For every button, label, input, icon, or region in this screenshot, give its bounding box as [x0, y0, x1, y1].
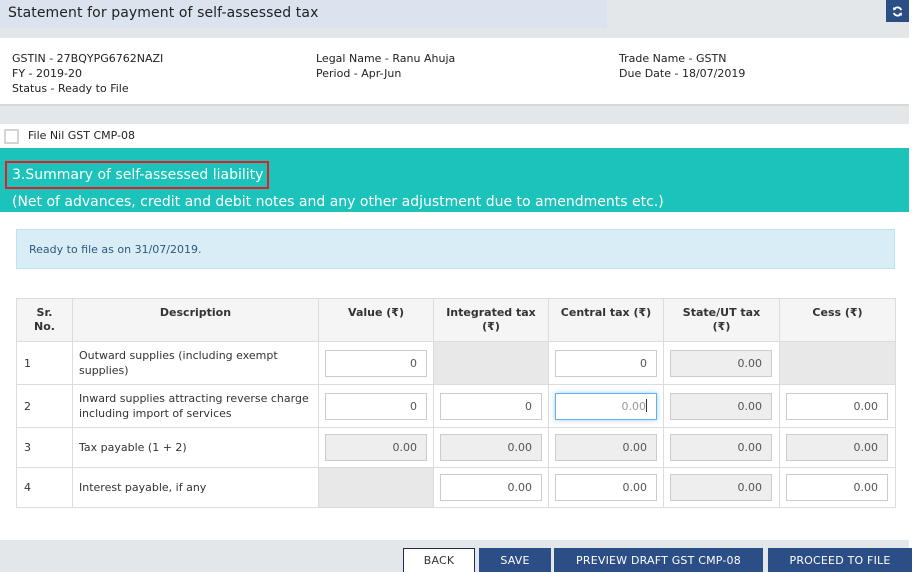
- due-date: Due Date - 18/07/2019: [619, 67, 746, 80]
- state-tax-readonly: 0.00: [670, 349, 772, 377]
- action-footer: BACK SAVE PREVIEW DRAFT GST CMP-08 PROCE…: [0, 540, 912, 572]
- trade-name: Trade Name - GSTN: [619, 52, 727, 65]
- cess-cell-disabled: [779, 341, 896, 385]
- value-cell: 0.00: [318, 427, 434, 468]
- return-period: Period - Apr-Jun: [316, 67, 402, 80]
- nil-filing-row: File Nil GST CMP-08: [0, 124, 909, 148]
- cess-input[interactable]: 0.00: [786, 474, 888, 501]
- value-cell: 0: [318, 384, 434, 428]
- file-nil-checkbox[interactable]: [4, 129, 19, 144]
- info-column-right: Trade Name - GSTN Due Date - 18/07/2019: [619, 51, 745, 81]
- legal-name: Legal Name - Ranu Ahuja: [316, 52, 456, 65]
- section-subtitle: (Net of advances, credit and debit notes…: [12, 194, 664, 210]
- taxpayer-info-section: GSTIN - 27BQYPG6762NAZI FY - 2019-20 Sta…: [0, 38, 909, 124]
- header-sr-no: Sr. No.: [16, 298, 73, 342]
- integrated-tax-cell: 0: [433, 384, 549, 428]
- section-title: 3.Summary of self-assessed liability: [12, 167, 264, 183]
- filing-status: Status - Ready to File: [12, 82, 129, 95]
- row-description: Interest payable, if any: [72, 467, 319, 508]
- row-description: Outward supplies (including exempt suppl…: [72, 341, 319, 385]
- status-alert: Ready to file as on 31/07/2019.: [16, 229, 895, 269]
- table-row: 4 Interest payable, if any 0.00 0.00 0.0…: [16, 467, 896, 508]
- integrated-tax-cell: 0.00: [433, 467, 549, 508]
- integrated-tax-cell: 0.00: [433, 427, 549, 468]
- state-tax-cell: 0.00: [663, 427, 780, 468]
- central-tax-input-focused[interactable]: 0.00: [555, 392, 657, 420]
- table-row: 3 Tax payable (1 + 2) 0.00 0.00 0.00 0.0…: [16, 427, 896, 468]
- header-state-ut-tax: State/UT tax (₹): [663, 298, 780, 342]
- state-tax-readonly: 0.00: [670, 474, 772, 501]
- cess-input[interactable]: 0.00: [786, 392, 888, 420]
- file-nil-label[interactable]: File Nil GST CMP-08: [28, 129, 135, 142]
- page-title: Statement for payment of self-assessed t…: [8, 5, 319, 21]
- info-column-middle: Legal Name - Ranu Ahuja Period - Apr-Jun: [316, 51, 455, 81]
- header-description: Description: [72, 298, 319, 342]
- value-readonly: 0.00: [325, 434, 427, 461]
- state-tax-cell: 0.00: [663, 341, 780, 385]
- section-title-highlight: 3.Summary of self-assessed liability: [5, 161, 270, 189]
- central-tax-input[interactable]: 0.00: [555, 474, 657, 501]
- central-tax-input[interactable]: 0: [555, 349, 657, 377]
- header-value: Value (₹): [318, 298, 434, 342]
- central-tax-cell: 0: [548, 341, 664, 385]
- proceed-to-file-button[interactable]: PROCEED TO FILE: [768, 548, 912, 572]
- cess-cell: 0.00: [779, 384, 896, 428]
- row-description: Tax payable (1 + 2): [72, 427, 319, 468]
- header-integrated-tax: Integrated tax (₹): [433, 298, 549, 342]
- cess-readonly: 0.00: [786, 434, 888, 461]
- state-tax-readonly: 0.00: [670, 392, 772, 420]
- top-bar: Statement for payment of self-assessed t…: [0, 0, 909, 38]
- header-cess: Cess (₹): [779, 298, 896, 342]
- integrated-tax-input[interactable]: 0: [440, 392, 542, 420]
- refresh-button[interactable]: [886, 0, 909, 22]
- central-tax-cell: 0.00: [548, 384, 664, 428]
- header-central-tax: Central tax (₹): [548, 298, 664, 342]
- back-button[interactable]: BACK: [403, 548, 475, 572]
- integrated-tax-readonly: 0.00: [440, 434, 542, 461]
- row-sr-no: 4: [16, 467, 73, 508]
- state-tax-readonly: 0.00: [670, 434, 772, 461]
- liability-summary-table: Sr. No. Description Value (₹) Integrated…: [16, 298, 896, 508]
- taxpayer-info-card: GSTIN - 27BQYPG6762NAZI FY - 2019-20 Sta…: [0, 38, 909, 106]
- value-input[interactable]: 0: [325, 392, 427, 420]
- text-caret: [646, 398, 647, 412]
- save-button[interactable]: SAVE: [479, 548, 551, 572]
- central-tax-cell: 0.00: [548, 427, 664, 468]
- financial-year: FY - 2019-20: [12, 67, 82, 80]
- row-sr-no: 2: [16, 384, 73, 428]
- table-row: 2 Inward supplies attracting reverse cha…: [16, 384, 896, 428]
- gstin: GSTIN - 27BQYPG6762NAZI: [12, 52, 164, 65]
- central-tax-cell: 0.00: [548, 467, 664, 508]
- section-banner: 3.Summary of self-assessed liability (Ne…: [0, 148, 909, 212]
- central-tax-placeholder: 0.00: [621, 399, 647, 413]
- value-cell-disabled: [318, 467, 434, 508]
- integrated-tax-cell-disabled: [433, 341, 549, 385]
- info-column-left: GSTIN - 27BQYPG6762NAZI FY - 2019-20 Sta…: [12, 51, 163, 96]
- central-tax-readonly: 0.00: [555, 434, 657, 461]
- row-description: Inward supplies attracting reverse charg…: [72, 384, 319, 428]
- table-header-row: Sr. No. Description Value (₹) Integrated…: [16, 298, 896, 342]
- preview-draft-button[interactable]: PREVIEW DRAFT GST CMP-08: [554, 548, 763, 572]
- status-alert-text: Ready to file as on 31/07/2019.: [29, 243, 202, 256]
- title-band: Statement for payment of self-assessed t…: [0, 0, 607, 28]
- cess-cell: 0.00: [779, 427, 896, 468]
- state-tax-cell: 0.00: [663, 467, 780, 508]
- table-row: 1 Outward supplies (including exempt sup…: [16, 341, 896, 385]
- refresh-icon: [892, 6, 903, 16]
- state-tax-cell: 0.00: [663, 384, 780, 428]
- value-cell: 0: [318, 341, 434, 385]
- row-sr-no: 1: [16, 341, 73, 385]
- row-sr-no: 3: [16, 427, 73, 468]
- integrated-tax-input[interactable]: 0.00: [440, 474, 542, 501]
- cess-cell: 0.00: [779, 467, 896, 508]
- value-input[interactable]: 0: [325, 349, 427, 377]
